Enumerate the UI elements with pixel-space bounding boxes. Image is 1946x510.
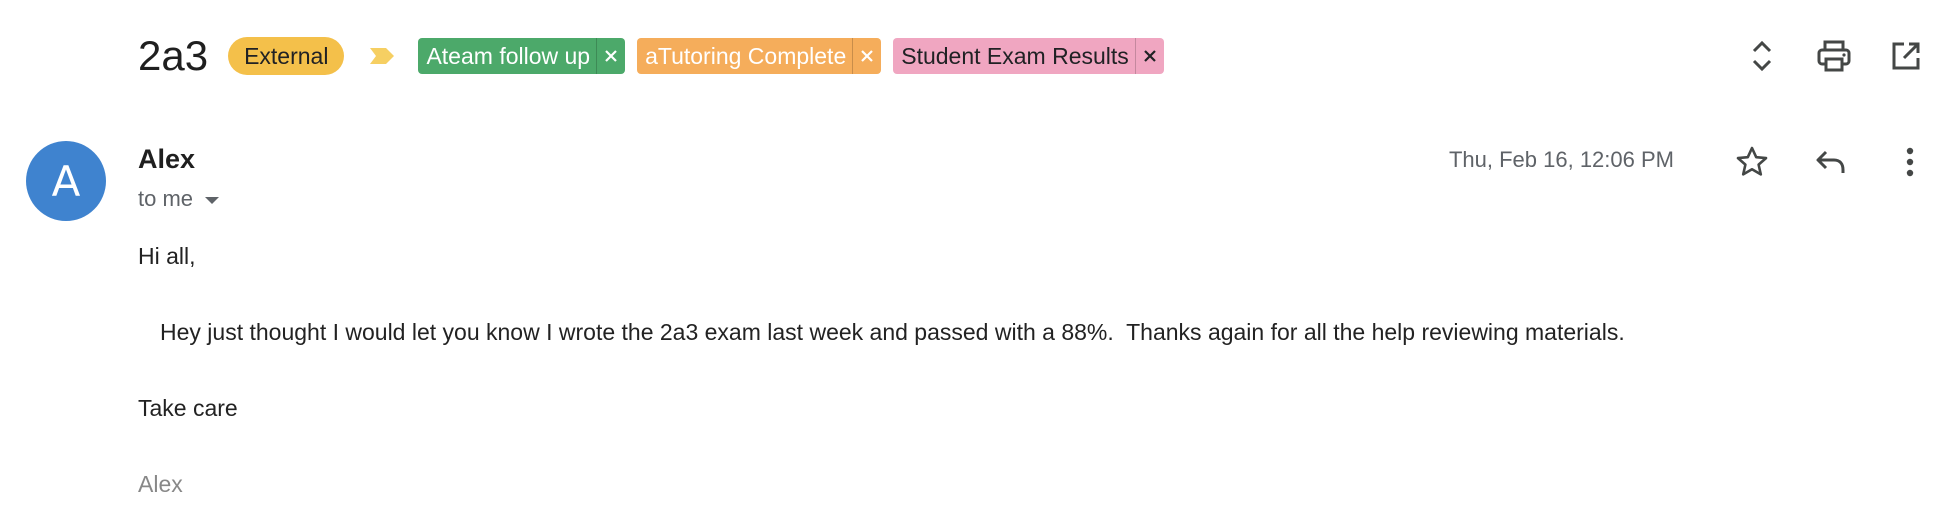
message-date: Thu, Feb 16, 12:06 PM (1448, 147, 1674, 172)
message-actions (1730, 140, 1946, 184)
label-ateam-follow-up[interactable]: Ateam follow up (418, 38, 626, 74)
importance-marker-icon[interactable] (368, 46, 396, 66)
label-text: aTutoring Complete (645, 43, 847, 69)
body-closing: Take care (138, 395, 238, 421)
email-subject: 2a3 (138, 32, 209, 79)
body-greeting: Hi all, (138, 243, 196, 269)
label-atutoring-complete[interactable]: aTutoring Complete (637, 38, 882, 74)
recipient-text: to me (138, 186, 194, 211)
open-in-new-window-icon[interactable] (1884, 34, 1928, 78)
sender-name[interactable]: Alex (138, 144, 195, 175)
remove-label-icon[interactable] (852, 38, 881, 74)
label-text: Student Exam Results (901, 43, 1129, 69)
label-student-exam-results[interactable]: Student Exam Results (893, 38, 1164, 74)
subject-row: 2a3 External Ateam follow up aTutoring C… (138, 28, 1164, 84)
star-icon[interactable] (1730, 140, 1774, 184)
recipient-details[interactable]: to me (138, 186, 220, 212)
external-badge: External (228, 37, 345, 75)
remove-label-icon[interactable] (596, 38, 625, 74)
remove-label-icon[interactable] (1134, 38, 1164, 74)
email-view: 2a3 External Ateam follow up aTutoring C… (0, 0, 1946, 510)
show-details-caret-icon[interactable] (205, 196, 220, 204)
expand-all-icon[interactable] (1740, 34, 1784, 78)
body-signature: Alex (138, 471, 183, 497)
sender-avatar[interactable]: A (26, 141, 106, 221)
print-icon[interactable] (1812, 34, 1856, 78)
more-vert-icon[interactable] (1888, 140, 1932, 184)
label-text: Ateam follow up (426, 43, 591, 69)
body-main-text: Hey just thought I would let you know I … (160, 319, 1625, 345)
reply-icon[interactable] (1808, 140, 1852, 184)
thread-toolbar (1740, 34, 1946, 78)
